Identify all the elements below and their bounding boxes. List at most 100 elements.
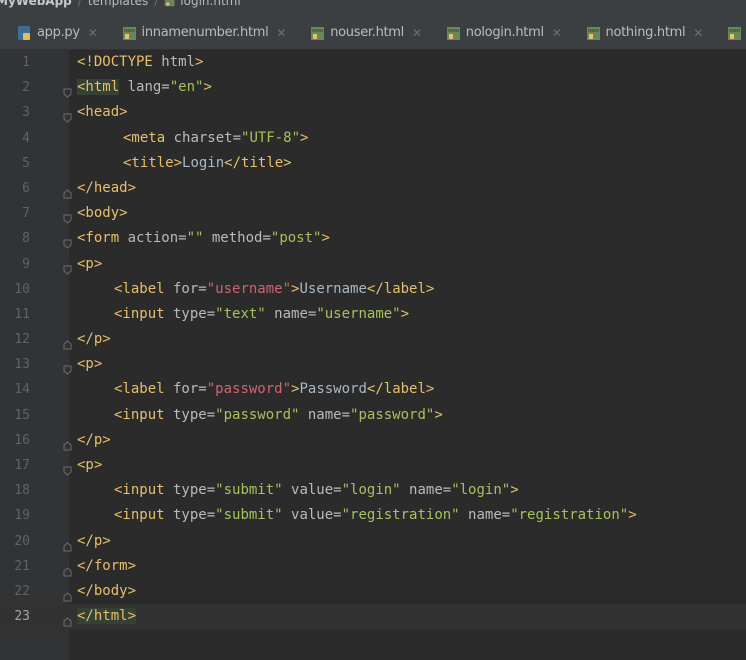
tab-nologin-html[interactable]: nologin.html ✕ (429, 16, 569, 49)
close-tab-icon[interactable]: ✕ (276, 26, 286, 40)
breadcrumb-folder[interactable]: templates (88, 0, 148, 8)
code-token: "post" (270, 230, 322, 247)
tab-app-py[interactable]: app.py ✕ (0, 16, 105, 49)
html-file-icon (121, 25, 137, 41)
fold-close-icon[interactable] (63, 586, 72, 602)
close-tab-icon[interactable]: ✕ (88, 26, 98, 40)
breadcrumb-project[interactable]: MyWebApp (0, 0, 72, 8)
code-text: </p> (77, 529, 111, 554)
code-line[interactable]: 10 <label for="username">Username</label> (0, 277, 746, 302)
code-token: <p> (77, 255, 103, 272)
close-tab-icon[interactable]: ✕ (552, 26, 562, 40)
code-token: </label> (366, 280, 435, 297)
line-number: 16 (14, 432, 30, 448)
line-number: 2 (22, 80, 30, 96)
code-line[interactable]: 1 <!DOCTYPE html> (0, 50, 746, 75)
code-text: <p> (77, 453, 102, 478)
line-number: 22 (14, 583, 30, 599)
code-token: <!DOCTYPE (77, 54, 162, 70)
code-token: value= (282, 507, 342, 524)
code-token: </title> (224, 154, 292, 171)
code-line[interactable]: 23 </html> (0, 604, 746, 630)
code-line[interactable]: 21 </form> (0, 554, 746, 579)
code-token: "" (186, 230, 204, 247)
code-text: <input type="submit" value="login" name=… (114, 478, 519, 503)
code-line[interactable]: 7 <body> (0, 201, 746, 226)
code-editor[interactable]: 1 <!DOCTYPE html> 2 <html lang="en"> 3 <head>… (0, 50, 746, 660)
line-number: 19 (14, 508, 30, 524)
html-file-icon (585, 25, 601, 41)
close-tab-icon[interactable]: ✕ (412, 26, 422, 40)
code-line[interactable]: 15 <input type="password" name="password"… (0, 403, 746, 428)
code-token: </body> (77, 582, 137, 599)
code-token: "UTF-8" (241, 129, 301, 146)
code-token: name= (265, 305, 317, 322)
html-file-icon (165, 0, 175, 7)
fold-open-icon[interactable] (63, 82, 72, 98)
code-text: <meta charset="UTF-8"> (123, 126, 308, 151)
code-token: <title> (123, 154, 183, 171)
code-line[interactable]: 16 </p> (0, 428, 746, 453)
code-token: for= (164, 280, 207, 297)
code-line[interactable]: 9 <p> (0, 252, 746, 277)
line-number: 17 (14, 458, 30, 473)
code-token: "registration" (341, 507, 460, 524)
code-line[interactable]: 19 <input type="submit" value="registrati… (0, 503, 746, 528)
close-tab-icon[interactable]: ✕ (693, 26, 703, 40)
code-line[interactable]: 20 </p> (0, 529, 746, 554)
code-line[interactable]: 3 <head> (0, 100, 746, 125)
code-text: <html lang="en"> (77, 75, 212, 100)
code-token: value= (282, 482, 342, 499)
fold-close-icon[interactable] (63, 334, 72, 350)
tab-nothing-html[interactable]: nothing.html ✕ (569, 16, 711, 49)
code-line[interactable]: 4 <meta charset="UTF-8"> (0, 126, 746, 151)
code-line[interactable]: 2 <html lang="en"> (0, 75, 746, 100)
code-token: </p> (77, 532, 111, 549)
fold-close-icon[interactable] (63, 611, 72, 627)
fold-open-icon[interactable] (63, 233, 72, 249)
code-token: Username (299, 280, 367, 297)
code-token: name= (400, 482, 452, 499)
code-token: "username" (316, 305, 401, 322)
tab-nouser-html[interactable]: nouser.html ✕ (293, 16, 429, 49)
code-token: type= (164, 482, 216, 499)
code-token: Login (182, 154, 225, 171)
fold-open-icon[interactable] (63, 208, 72, 224)
tab-accou[interactable]: accou (710, 16, 746, 49)
fold-open-icon[interactable] (63, 259, 72, 275)
code-token: > (628, 507, 637, 524)
line-number: 4 (22, 130, 30, 146)
code-line[interactable]: 6 </head> (0, 176, 746, 201)
code-token: </label> (366, 381, 435, 398)
code-text: <!DOCTYPE html> (77, 50, 203, 75)
code-token: > (510, 482, 519, 499)
fold-open-icon[interactable] (63, 460, 72, 476)
code-line[interactable]: 22 </body> (0, 579, 746, 604)
code-line[interactable]: 17 <p> (0, 453, 746, 478)
code-line[interactable]: 13 <p> (0, 352, 746, 377)
fold-close-icon[interactable] (63, 536, 72, 552)
html-file-icon (445, 25, 461, 41)
code-token: <meta (123, 129, 166, 146)
fold-open-icon[interactable] (63, 359, 72, 375)
code-line[interactable]: 12 </p> (0, 327, 746, 352)
code-line[interactable]: 5 <title>Login</title> (0, 151, 746, 176)
tab-label: app.py (37, 25, 80, 40)
code-line[interactable]: 14 <label for="password">Password</label> (0, 377, 746, 402)
breadcrumb-file[interactable]: login.html (180, 0, 240, 8)
fold-open-icon[interactable] (63, 107, 72, 124)
tab-innamenumber-html[interactable]: innamenumber.html ✕ (105, 16, 294, 49)
code-text: <body> (77, 201, 128, 226)
fold-close-icon[interactable] (63, 561, 72, 577)
code-line[interactable]: 8 <form action="" method="post"> (0, 226, 746, 251)
code-token: method= (203, 230, 271, 247)
code-text: <input type="password" name="password"> (114, 403, 443, 428)
code-line[interactable]: 11 <input type="text" name="username"> (0, 302, 746, 327)
fold-close-icon[interactable] (63, 183, 72, 199)
code-token: name= (299, 406, 351, 423)
code-token: <body> (77, 205, 128, 222)
code-token: <p> (77, 356, 103, 373)
code-line[interactable]: 18 <input type="submit" value="login" nam… (0, 478, 746, 503)
fold-close-icon[interactable] (63, 435, 72, 451)
code-token: <input (114, 305, 165, 322)
